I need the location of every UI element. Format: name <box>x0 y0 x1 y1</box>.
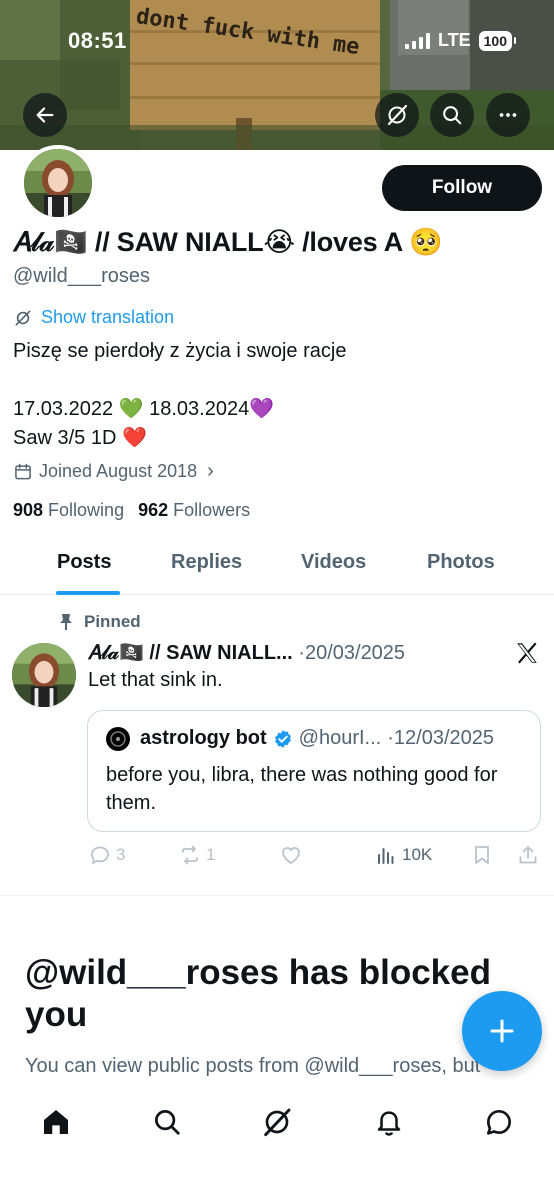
network-type: LTE <box>437 30 471 50</box>
profile-tabs: Posts Replies Videos Photos <box>0 537 554 595</box>
bookmark-icon <box>475 846 489 864</box>
reply-icon <box>91 846 109 864</box>
show-translation-label: Show translation <box>41 307 175 327</box>
back-button[interactable] <box>23 93 67 137</box>
calendar-icon <box>15 463 31 479</box>
bottom-nav <box>0 1080 554 1200</box>
reply-count: 3 <box>116 845 126 864</box>
quoted-author-handle: @hourI... <box>298 727 382 749</box>
quoted-author-name: astrology bot <box>140 727 267 749</box>
joined-label: Joined August 2018 <box>39 461 198 481</box>
tab-photos[interactable]: Photos <box>427 551 495 574</box>
divider <box>0 895 554 896</box>
bookmark-button[interactable] <box>470 843 494 867</box>
signal-icon <box>404 32 430 49</box>
search-button[interactable] <box>430 93 474 137</box>
nav-search[interactable] <box>145 1100 189 1144</box>
reply-button[interactable]: 3 <box>88 843 125 867</box>
nav-messages[interactable] <box>477 1100 521 1144</box>
views-count: 10K <box>402 845 433 864</box>
header-banner: dont fuck with me 08:51 LTE 100 <box>0 0 554 150</box>
follow-button[interactable]: Follow <box>382 165 542 211</box>
following-label: Following <box>48 500 125 520</box>
quoted-post-header: astrology bot @hourI... ·12/03/2025 <box>140 727 535 750</box>
x-logo-icon <box>517 642 537 664</box>
follow-stats: 908 Following 962 Followers <box>13 500 250 521</box>
more-icon <box>499 113 517 117</box>
grok-button[interactable] <box>375 93 419 137</box>
nav-grok[interactable] <box>255 1100 299 1144</box>
verified-icon <box>274 729 291 748</box>
pinned-indicator: Pinned <box>58 612 141 632</box>
like-button[interactable] <box>279 843 303 867</box>
nav-home[interactable] <box>34 1100 78 1144</box>
avatar-image <box>12 643 76 707</box>
tab-videos[interactable]: Videos <box>301 551 366 574</box>
banner-image <box>0 0 554 150</box>
quoted-author-avatar <box>106 727 130 751</box>
display-name: 𝐴𝓁𝒶🏴‍☠️ // SAW NIALL😭 /loves A 🥺 <box>13 227 443 257</box>
back-arrow-icon <box>36 107 54 123</box>
chevron-right-icon: › <box>207 460 214 482</box>
messages-icon <box>487 1110 511 1135</box>
nav-notifications[interactable] <box>367 1100 411 1144</box>
share-icon <box>519 846 537 864</box>
repost-icon <box>182 845 198 865</box>
more-button[interactable] <box>486 93 530 137</box>
battery-level: 100 <box>478 30 517 51</box>
followers-label: Followers <box>173 500 251 520</box>
views-button[interactable]: 10K <box>374 843 432 867</box>
active-tab-indicator <box>56 591 120 595</box>
grok-icon <box>387 104 408 126</box>
avatar-image <box>24 149 92 217</box>
post-author-name[interactable]: 𝐴𝓁𝒶🏴‍☠️ // SAW NIALL... <box>88 642 293 664</box>
blocked-title: @wild___roses has blocked you <box>25 953 491 1034</box>
followers-link[interactable]: 962 Followers <box>138 500 250 521</box>
repost-count: 1 <box>206 845 216 864</box>
handle: @wild___roses <box>13 265 151 287</box>
quoted-post-date: ·12/03/2025 <box>387 727 494 749</box>
following-count: 908 <box>13 500 44 520</box>
notifications-icon <box>377 1111 401 1136</box>
bio: Piszę se pierdoły z życia i swoje racje … <box>13 340 347 449</box>
quoted-post-text: before you, libra, there was nothing goo… <box>106 764 498 814</box>
post-date[interactable]: ·20/03/2025 <box>298 642 405 664</box>
pin-icon <box>60 614 72 630</box>
pinned-label: Pinned <box>84 612 141 631</box>
views-icon <box>378 848 394 864</box>
grok-icon <box>264 1108 291 1137</box>
search-icon <box>155 1110 180 1135</box>
tab-replies[interactable]: Replies <box>171 551 242 574</box>
translate-icon <box>15 310 31 325</box>
joined-date: Joined August 2018 › <box>13 460 214 483</box>
post-text: Let that sink in. <box>88 669 223 691</box>
post-actions: 3 1 10K <box>88 843 544 871</box>
show-translation-link[interactable]: Show translation <box>13 307 174 328</box>
status-time: 08:51 <box>68 28 127 53</box>
followers-count: 962 <box>138 500 169 520</box>
repost-button[interactable]: 1 <box>178 843 215 867</box>
tab-posts[interactable]: Posts <box>57 551 111 574</box>
status-indicators: LTE 100 <box>404 30 517 51</box>
like-icon <box>282 847 300 864</box>
search-icon <box>443 106 462 125</box>
quoted-post[interactable]: astrology bot @hourI... ·12/03/2025 befo… <box>87 710 541 832</box>
compose-button[interactable] <box>462 991 542 1071</box>
profile-avatar[interactable] <box>20 145 96 221</box>
following-link[interactable]: 908 Following <box>13 500 124 521</box>
home-icon <box>44 1110 68 1134</box>
post-author-avatar[interactable] <box>12 643 76 707</box>
blocked-subtitle: You can view public posts from @wild___r… <box>25 1055 481 1077</box>
share-button[interactable] <box>516 843 540 867</box>
plus-icon <box>490 1019 514 1043</box>
post-header: 𝐴𝓁𝒶🏴‍☠️ // SAW NIALL... ·20/03/2025 <box>88 640 508 665</box>
